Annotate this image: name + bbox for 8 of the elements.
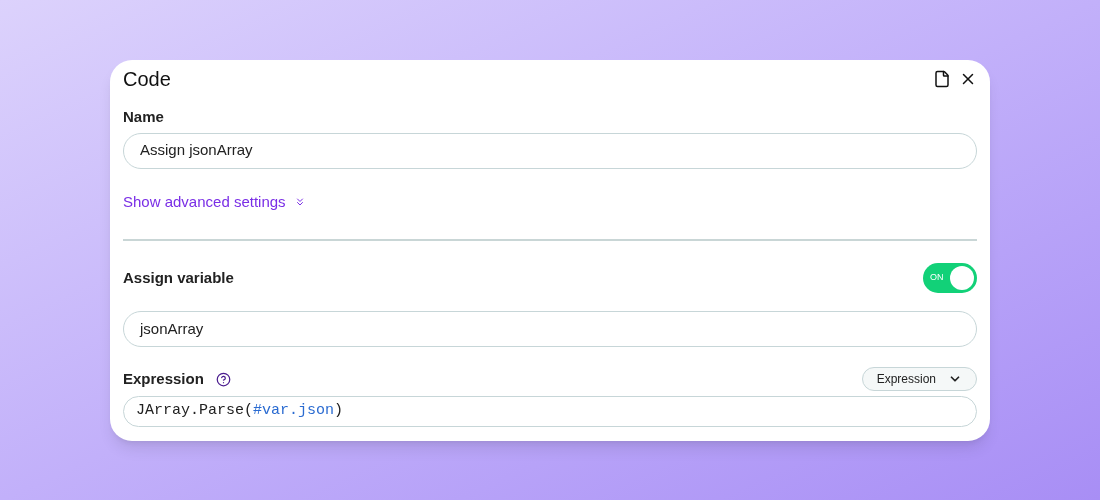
help-icon[interactable] (215, 371, 231, 387)
mode-dropdown[interactable]: Expression (861, 367, 977, 391)
field-label: Assign variable (123, 267, 234, 288)
field-label: Expression (123, 368, 204, 389)
field-label: Name (123, 107, 165, 127)
document-icon[interactable] (933, 70, 951, 88)
dialog-title: Code (123, 67, 171, 92)
advanced-settings-link[interactable]: Show advanced settings (123, 190, 306, 213)
